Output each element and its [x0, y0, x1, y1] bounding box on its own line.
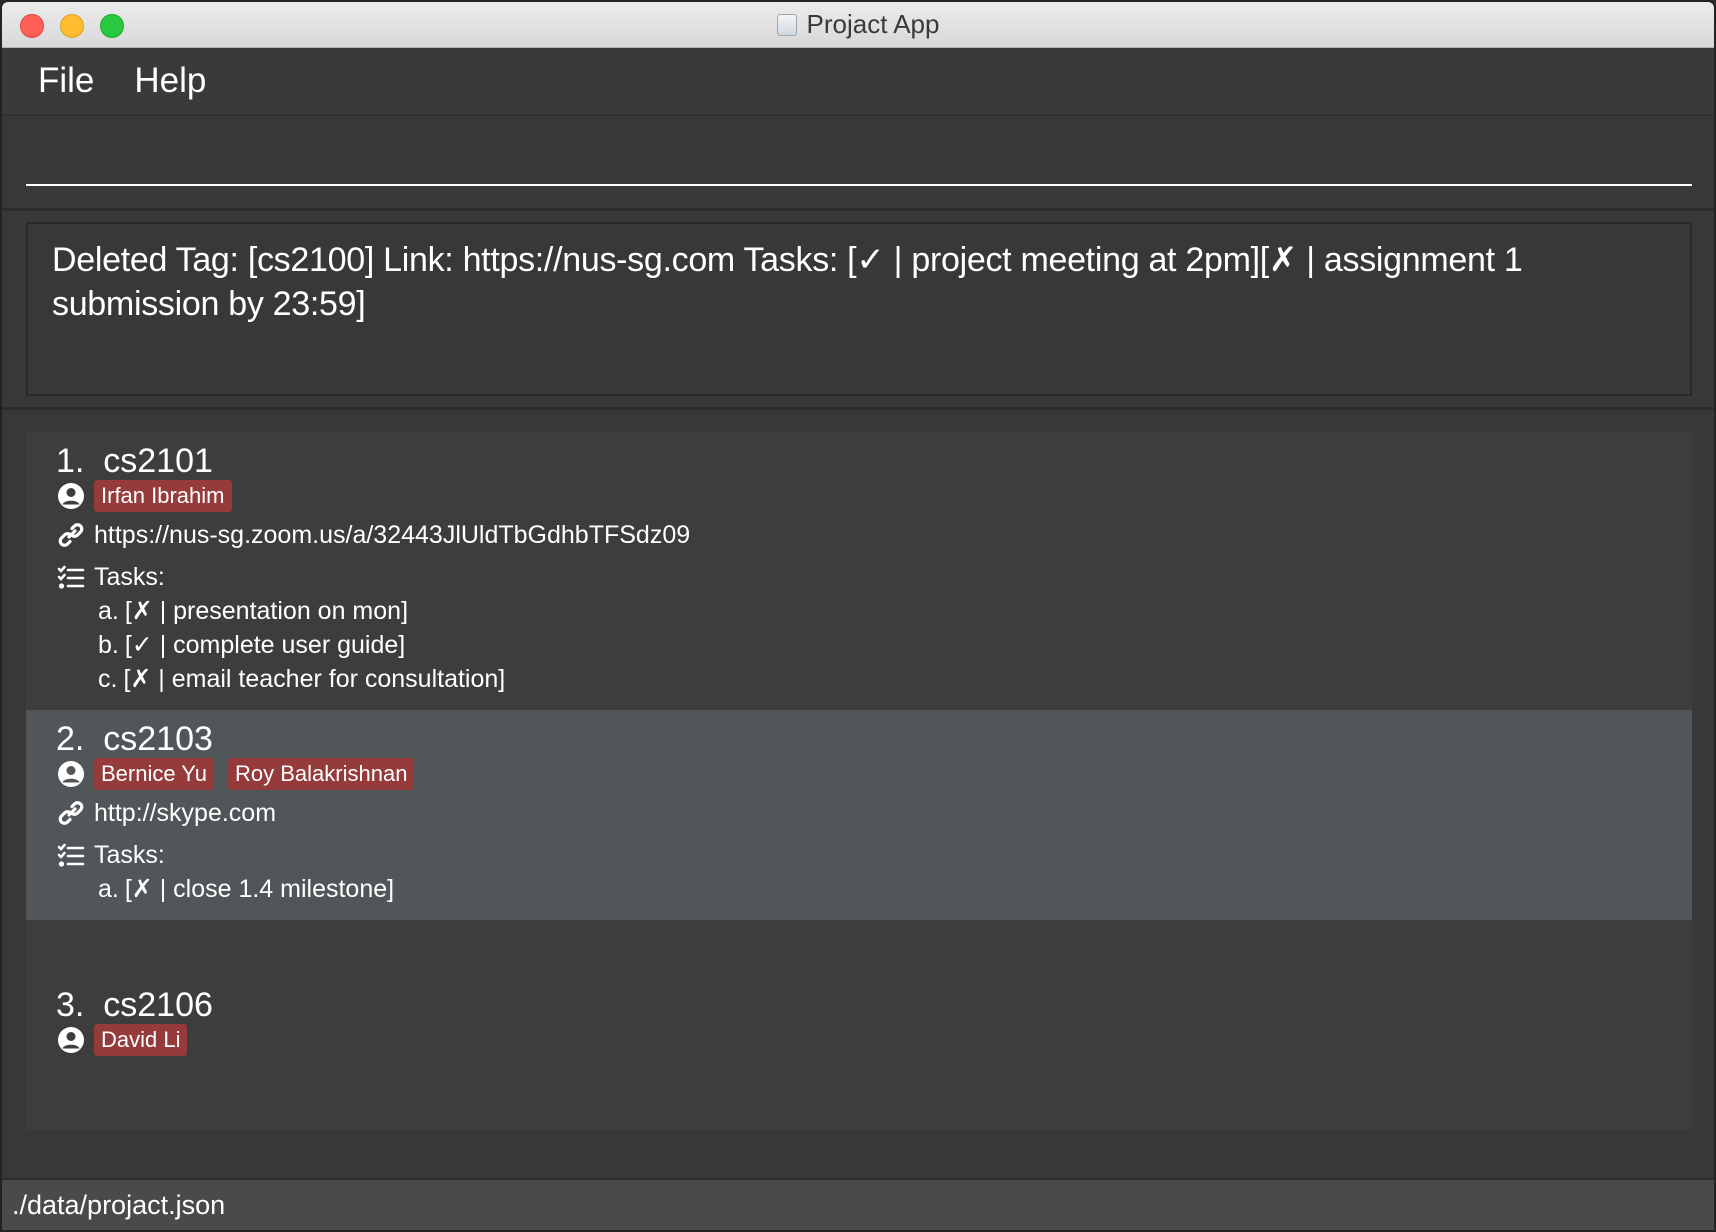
project-card-selected[interactable]: 2. cs2103 Bernice Yu Roy Balakrishnan ht… [26, 710, 1692, 920]
task-item: a. [✗ | close 1.4 milestone] [98, 875, 395, 903]
window-title: Projact App [806, 9, 940, 39]
project-card[interactable]: 3. cs2106 David Li [26, 920, 1692, 1130]
task-list-icon [56, 840, 86, 870]
app-window: Projact App File Help Deleted Tag: [cs21… [0, 0, 1716, 1232]
menu-file[interactable]: File [38, 61, 94, 101]
command-input[interactable] [26, 130, 1692, 186]
command-box-area [2, 116, 1714, 211]
members-row: Irfan Ibrahim [56, 480, 232, 512]
project-title: 1. cs2101 [56, 442, 213, 480]
menu-help[interactable]: Help [134, 61, 206, 101]
task-item: b. [✓ | complete user guide] [98, 631, 406, 659]
link-row: https://nus-sg.zoom.us/a/32443JlUldTbGdh… [56, 520, 690, 550]
link-icon [56, 798, 86, 828]
result-display: Deleted Tag: [cs2100] Link: https://nus-… [26, 222, 1692, 396]
user-circle-icon [56, 1025, 86, 1055]
menu-bar: File Help [2, 48, 1714, 116]
task-item: c. [✗ | email teacher for consultation] [98, 665, 506, 693]
tasks-label: Tasks: [94, 562, 165, 591]
member-tag: Bernice Yu [94, 758, 215, 790]
link-row: http://skype.com [56, 798, 276, 828]
tasks-header-row: Tasks: [56, 562, 165, 592]
project-title: 2. cs2103 [56, 720, 213, 758]
user-circle-icon [56, 759, 86, 789]
section-divider [2, 407, 1714, 410]
member-tag: Irfan Ibrahim [94, 480, 232, 512]
title-bar: Projact App [2, 2, 1714, 48]
project-link[interactable]: https://nus-sg.zoom.us/a/32443JlUldTbGdh… [94, 521, 690, 550]
result-text: Deleted Tag: [cs2100] Link: https://nus-… [52, 241, 1523, 323]
member-tag: David Li [94, 1024, 188, 1056]
user-circle-icon [56, 481, 86, 511]
status-bar: ./data/projact.json [2, 1178, 1714, 1230]
link-icon [56, 520, 86, 550]
tasks-header-row: Tasks: [56, 840, 165, 870]
task-list-icon [56, 562, 86, 592]
tasks-label: Tasks: [94, 840, 165, 869]
member-tag: Roy Balakrishnan [228, 758, 415, 790]
project-title: 3. cs2106 [56, 986, 213, 1024]
project-link[interactable]: http://skype.com [94, 799, 276, 828]
app-icon [776, 13, 797, 36]
members-row: Bernice Yu Roy Balakrishnan [56, 758, 415, 790]
project-list[interactable]: 1. cs2101 Irfan Ibrahim https://nus-sg.z… [26, 432, 1692, 1130]
task-item: a. [✗ | presentation on mon] [98, 597, 409, 625]
members-row: David Li [56, 1024, 188, 1056]
data-file-path: ./data/projact.json [12, 1189, 226, 1220]
project-card[interactable]: 1. cs2101 Irfan Ibrahim https://nus-sg.z… [26, 432, 1692, 710]
